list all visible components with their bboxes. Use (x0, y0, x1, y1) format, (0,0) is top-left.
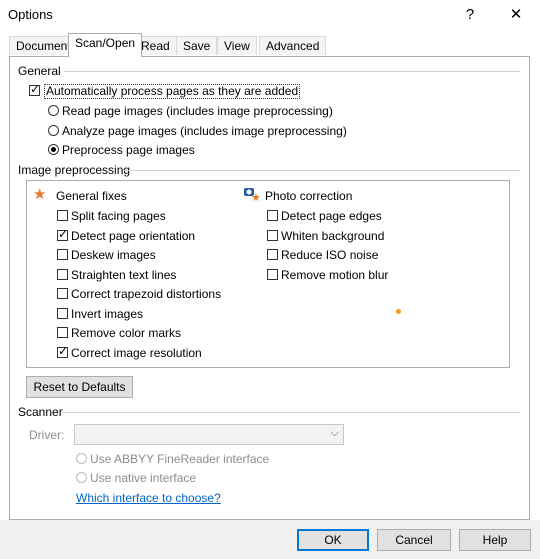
abbyy-interface-radio[interactable] (76, 453, 87, 464)
read-images-radio[interactable] (48, 105, 59, 116)
remove-color-marks-checkbox[interactable] (57, 327, 68, 338)
scanner-group-title: Scanner (18, 405, 63, 419)
analyze-images-radio[interactable] (48, 125, 59, 136)
interface-help-link[interactable]: Which interface to choose? (76, 491, 221, 505)
cursor-dot-icon (396, 309, 401, 314)
scanner-divider (62, 412, 520, 413)
preprocess-images-radio[interactable] (48, 144, 59, 155)
reset-defaults-button[interactable]: Reset to Defaults (26, 376, 133, 398)
whiten-background-label: Whiten background (281, 229, 385, 243)
motion-blur-checkbox[interactable] (267, 269, 278, 280)
dialog-footer: OK Cancel Help (0, 520, 540, 559)
preprocess-images-label: Preprocess page images (62, 143, 195, 157)
remove-color-marks-label: Remove color marks (71, 326, 182, 340)
invert-label: Invert images (71, 307, 144, 321)
correct-resolution-checkbox[interactable] (57, 344, 68, 358)
star-icon: ★ (33, 186, 47, 203)
native-interface-radio[interactable] (76, 472, 87, 483)
straighten-label: Straighten text lines (71, 268, 177, 282)
invert-checkbox[interactable] (57, 308, 68, 319)
auto-process-label: Automatically process pages as they are … (44, 84, 301, 99)
window-title: Options (8, 7, 53, 22)
deskew-label: Deskew images (71, 248, 156, 262)
tab-view[interactable]: View (217, 36, 257, 55)
split-facing-checkbox[interactable] (57, 210, 68, 221)
photo-correction-title: Photo correction (265, 189, 353, 203)
correct-resolution-label: Correct image resolution (71, 346, 202, 360)
driver-label: Driver: (29, 428, 65, 442)
preprocessing-divider (124, 170, 520, 171)
help-title-button[interactable]: ? (448, 0, 492, 30)
detect-edges-checkbox[interactable] (267, 210, 278, 221)
help-button[interactable]: Help (459, 529, 531, 551)
svg-text:★: ★ (251, 191, 261, 202)
detect-orientation-label: Detect page orientation (71, 229, 196, 243)
native-interface-label: Use native interface (90, 471, 197, 485)
preprocessing-group-title: Image preprocessing (18, 163, 131, 177)
tab-save[interactable]: Save (176, 36, 218, 55)
reduce-iso-label: Reduce ISO noise (281, 248, 379, 262)
general-fixes-title: General fixes (56, 189, 127, 203)
detect-edges-label: Detect page edges (281, 209, 382, 223)
straighten-checkbox[interactable] (57, 269, 68, 280)
tab-advanced[interactable]: Advanced (259, 36, 327, 55)
title-bar: Options ? ✕ (0, 0, 540, 30)
cancel-button[interactable]: Cancel (377, 529, 451, 551)
auto-process-checkbox[interactable] (29, 82, 40, 96)
motion-blur-label: Remove motion blur (281, 268, 389, 282)
chevron-down-icon: ⌵ (330, 427, 339, 439)
deskew-checkbox[interactable] (57, 249, 68, 260)
trapezoid-checkbox[interactable] (57, 288, 68, 299)
camera-star-icon: ★ (243, 186, 261, 204)
detect-orientation-checkbox[interactable] (57, 227, 68, 241)
tab-scan-open[interactable]: Scan/Open (68, 33, 143, 57)
general-divider (64, 71, 520, 72)
ok-button[interactable]: OK (297, 529, 369, 551)
trapezoid-label: Correct trapezoid distortions (71, 287, 222, 301)
whiten-background-checkbox[interactable] (267, 230, 278, 241)
reduce-iso-checkbox[interactable] (267, 249, 278, 260)
read-images-label: Read page images (includes image preproc… (62, 104, 333, 118)
general-group-title: General (18, 64, 61, 78)
abbyy-interface-label: Use ABBYY FineReader interface (90, 452, 270, 466)
close-button[interactable]: ✕ (494, 0, 538, 30)
split-facing-label: Split facing pages (71, 209, 166, 223)
driver-select[interactable]: ⌵ (74, 424, 344, 445)
analyze-images-label: Analyze page images (includes image prep… (62, 124, 347, 138)
